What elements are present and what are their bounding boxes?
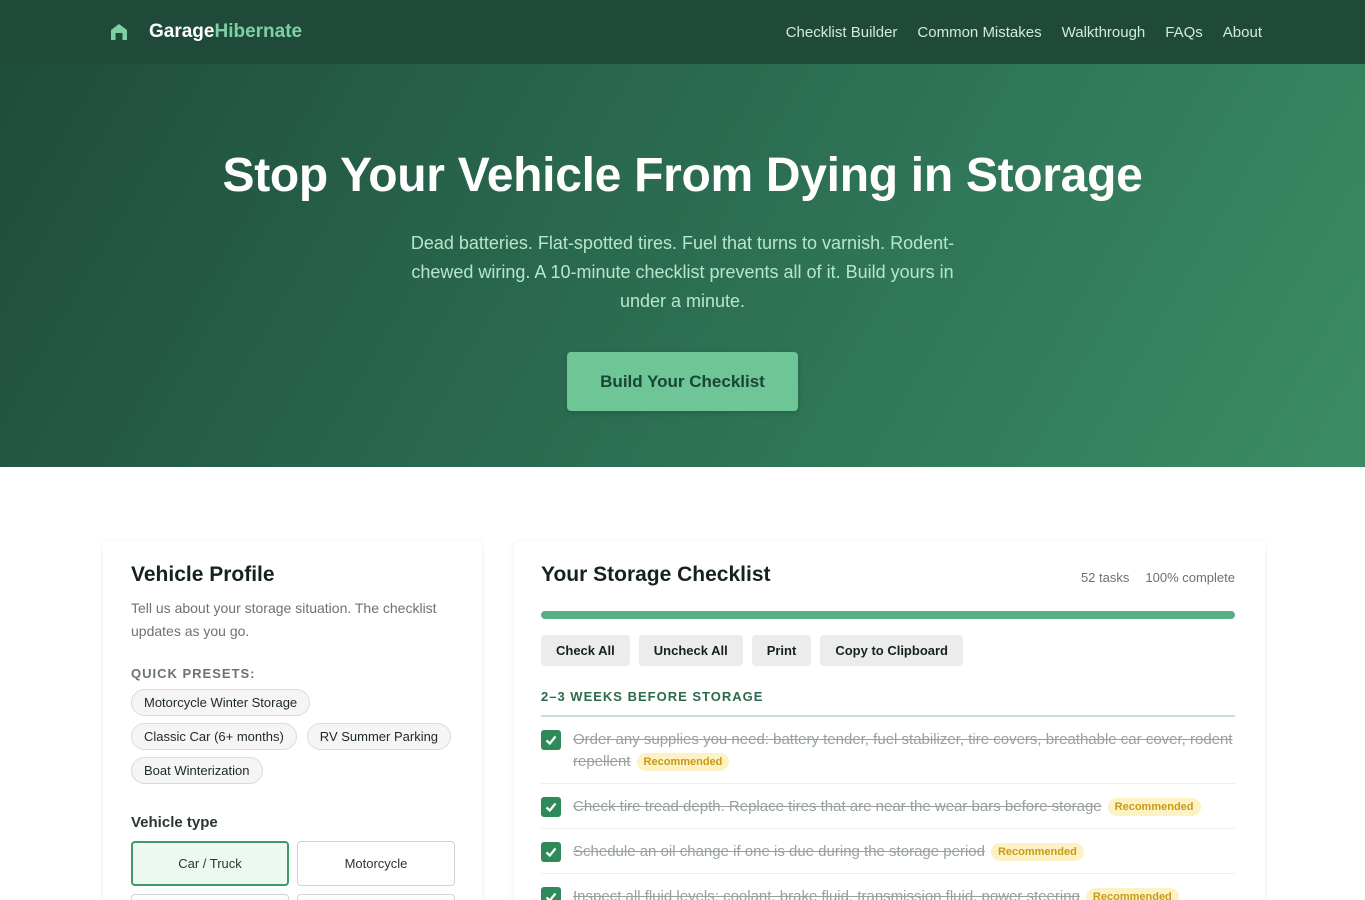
hero-title: Stop Your Vehicle From Dying in Storage bbox=[222, 149, 1143, 202]
brand-name: GarageHibernate bbox=[149, 21, 303, 42]
checkbox-checked[interactable] bbox=[541, 842, 561, 862]
progress-bar bbox=[541, 611, 1235, 619]
vehicle-profile-description: Tell us about your storage situation. Th… bbox=[131, 600, 437, 639]
uncheck-all-button[interactable]: Uncheck All bbox=[638, 635, 743, 666]
preset-motorcycle-winter[interactable]: Motorcycle Winter Storage bbox=[131, 689, 311, 716]
hero-subtitle: Dead batteries. Flat-spotted tires. Fuel… bbox=[410, 233, 955, 311]
checklist-actions: Check All Uncheck All Print Copy to Clip… bbox=[541, 635, 1235, 666]
quick-presets: Motorcycle Winter Storage Classic Car (6… bbox=[131, 689, 461, 784]
item-text: Check tire tread depth. Replace tires th… bbox=[573, 796, 1201, 818]
nav-walkthrough[interactable]: Walkthrough bbox=[1062, 24, 1146, 41]
vehicle-profile-card: Vehicle Profile Tell us about your stora… bbox=[103, 541, 482, 900]
checkbox-checked[interactable] bbox=[541, 730, 561, 750]
vehicle-profile-title: Vehicle Profile bbox=[131, 563, 275, 586]
main-content: Vehicle Profile Tell us about your stora… bbox=[0, 467, 1365, 900]
task-count: 52 tasks bbox=[1080, 570, 1130, 585]
checklist-meta: 52 tasks 100% complete bbox=[1081, 570, 1235, 585]
vehicle-type-car-truck[interactable]: Car / Truck bbox=[131, 841, 289, 886]
main-nav: Checklist Builder Common Mistakes Walkth… bbox=[786, 24, 1262, 41]
vehicle-type-option-3[interactable] bbox=[131, 894, 289, 900]
garage-house-icon bbox=[111, 24, 127, 40]
recommended-badge: Recommended bbox=[1085, 888, 1179, 900]
quick-presets-label: QUICK PRESETS: bbox=[131, 666, 256, 681]
checklist-title: Your Storage Checklist bbox=[541, 563, 771, 586]
checklist-header: Your Storage Checklist 52 tasks 100% com… bbox=[541, 563, 1235, 587]
checkmark-icon bbox=[545, 892, 557, 900]
item-text: Order any supplies you need: battery ten… bbox=[573, 731, 1233, 771]
recommended-badge: Recommended bbox=[636, 753, 730, 771]
checkbox-checked[interactable] bbox=[541, 797, 561, 817]
nav-about[interactable]: About bbox=[1223, 24, 1262, 41]
preset-boat-winterization[interactable]: Boat Winterization bbox=[131, 757, 263, 784]
recommended-badge: Recommended bbox=[1107, 798, 1201, 816]
recommended-badge: Recommended bbox=[990, 843, 1084, 861]
percent-complete: 100% complete bbox=[1145, 570, 1235, 585]
storage-checklist-card: Your Storage Checklist 52 tasks 100% com… bbox=[514, 541, 1265, 900]
vehicle-type-options: Car / Truck Motorcycle bbox=[131, 841, 455, 900]
copy-clipboard-button[interactable]: Copy to Clipboard bbox=[820, 635, 963, 666]
vehicle-type-label: Vehicle type bbox=[131, 814, 218, 831]
nav-checklist-builder[interactable]: Checklist Builder bbox=[786, 24, 898, 41]
nav-common-mistakes[interactable]: Common Mistakes bbox=[917, 24, 1041, 41]
checkmark-icon bbox=[545, 802, 557, 813]
checkmark-icon bbox=[545, 735, 557, 746]
hero-section: Stop Your Vehicle From Dying in Storage … bbox=[0, 64, 1365, 467]
list-item: Schedule an oil change if one is due dur… bbox=[541, 829, 1235, 874]
nav-faqs[interactable]: FAQs bbox=[1165, 24, 1203, 41]
preset-classic-car[interactable]: Classic Car (6+ months) bbox=[131, 723, 297, 750]
section-title: 2–3 WEEKS BEFORE STORAGE bbox=[541, 689, 1235, 717]
print-button[interactable]: Print bbox=[751, 635, 812, 666]
item-text: Schedule an oil change if one is due dur… bbox=[573, 841, 1084, 863]
checkbox-checked[interactable] bbox=[541, 887, 561, 900]
progress-fill bbox=[541, 611, 1235, 619]
list-item: Order any supplies you need: battery ten… bbox=[541, 717, 1235, 784]
site-header: GarageHibernate Checklist Builder Common… bbox=[0, 0, 1365, 64]
preset-rv-summer[interactable]: RV Summer Parking bbox=[306, 723, 452, 750]
list-item: Check tire tread depth. Replace tires th… bbox=[541, 784, 1235, 829]
item-text: Inspect all fluid levels: coolant, brake… bbox=[573, 886, 1179, 900]
vehicle-type-option-4[interactable] bbox=[297, 894, 455, 900]
brand-logo[interactable]: GarageHibernate bbox=[109, 21, 302, 43]
check-all-button[interactable]: Check All bbox=[541, 635, 630, 666]
build-checklist-button[interactable]: Build Your Checklist bbox=[567, 352, 798, 411]
checkmark-icon bbox=[545, 847, 557, 858]
list-item: Inspect all fluid levels: coolant, brake… bbox=[541, 874, 1235, 900]
vehicle-type-motorcycle[interactable]: Motorcycle bbox=[297, 841, 455, 886]
checklist-items: Order any supplies you need: battery ten… bbox=[541, 717, 1235, 900]
